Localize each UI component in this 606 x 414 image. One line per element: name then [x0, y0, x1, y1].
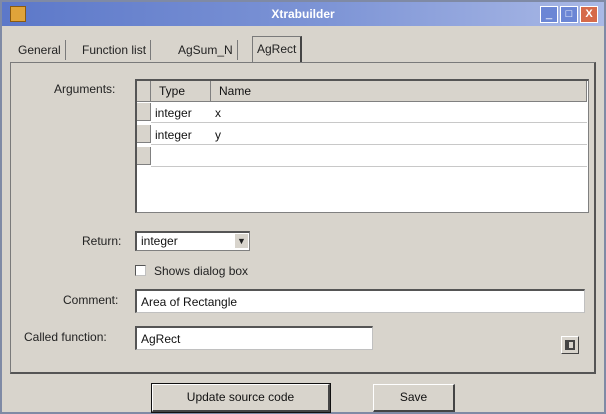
arguments-label: Arguments: [54, 82, 116, 96]
called-function-field[interactable]: AgRect [135, 326, 373, 350]
grid-cell-type[interactable]: integer [151, 103, 211, 123]
tab-agrect[interactable]: AgRect [252, 36, 303, 62]
minimize-button[interactable]: _ [540, 6, 558, 23]
return-type-select[interactable]: integer ▼ [135, 231, 250, 251]
maximize-button[interactable]: □ [560, 6, 578, 23]
tab-agsum-n[interactable]: AgSum_N [174, 40, 238, 60]
close-button[interactable]: X [580, 6, 598, 23]
row-header[interactable] [137, 103, 151, 121]
grid-cell-name[interactable]: x [211, 103, 587, 123]
title-bar[interactable]: Xtrabuilder _ □ X [2, 2, 604, 26]
shows-dialog-label[interactable]: Shows dialog box [154, 264, 248, 278]
save-button[interactable]: Save [373, 384, 455, 412]
arguments-grid[interactable]: Type Name integer x integer y [135, 79, 589, 213]
window-title: Xtrabuilder [271, 7, 335, 21]
grid-cell-name[interactable] [211, 147, 587, 167]
grid-cell-type[interactable]: integer [151, 125, 211, 145]
column-header-name[interactable]: Name [211, 81, 587, 102]
comment-label: Comment: [63, 293, 119, 307]
comment-field[interactable]: Area of Rectangle [135, 289, 585, 313]
row-header[interactable] [137, 147, 151, 165]
grid-corner [137, 81, 151, 102]
grid-cell-type[interactable] [151, 147, 211, 167]
shows-dialog-checkbox[interactable] [135, 265, 146, 276]
return-label: Return: [82, 234, 122, 248]
tab-general[interactable]: General [14, 40, 66, 60]
chevron-down-icon[interactable]: ▼ [235, 234, 248, 248]
xtrabuilder-window: Xtrabuilder _ □ X General Function list … [0, 0, 606, 414]
browse-button[interactable] [561, 336, 579, 354]
row-header[interactable] [137, 125, 151, 143]
grid-cell-name[interactable]: y [211, 125, 587, 145]
tab-function-list[interactable]: Function list [78, 40, 152, 60]
return-type-value: integer [141, 234, 178, 248]
update-source-code-button[interactable]: Update source code [151, 383, 331, 413]
called-function-label: Called function: [24, 330, 107, 344]
browse-icon [565, 340, 575, 350]
column-header-type[interactable]: Type [151, 81, 211, 102]
